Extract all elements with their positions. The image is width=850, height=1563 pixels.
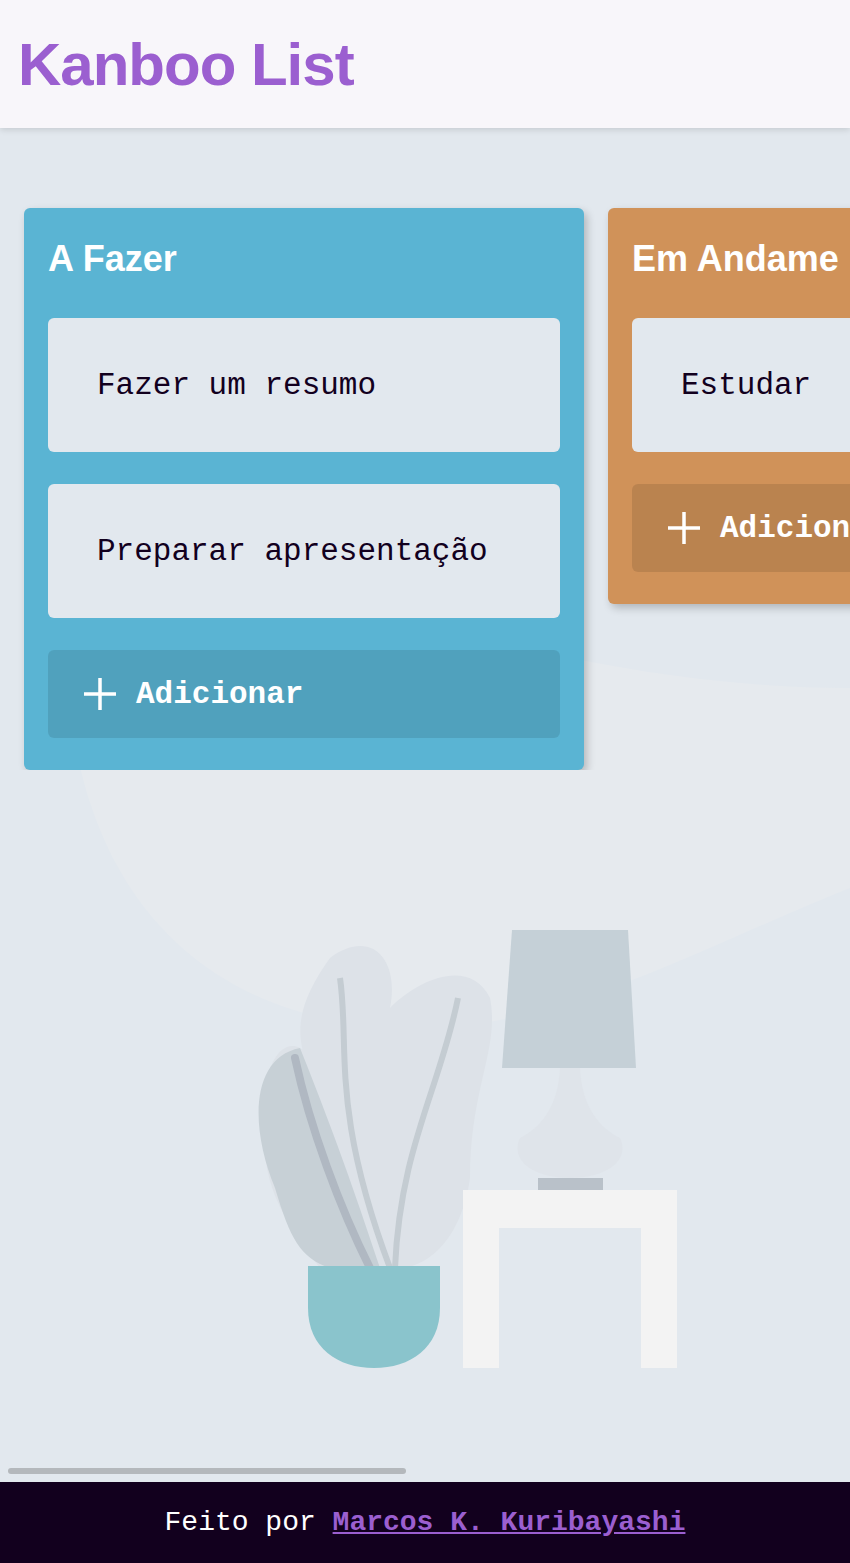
kanban-column: Em Andame Estudar Adicion: [608, 208, 850, 604]
author-link[interactable]: Marcos K. Kuribayashi: [333, 1507, 686, 1538]
task-card[interactable]: Fazer um resumo: [48, 318, 560, 452]
footer-text: Feito por: [165, 1507, 333, 1538]
app-title: Kanboo List: [18, 30, 354, 99]
app-header: Kanboo List: [0, 0, 850, 128]
horizontal-scrollbar[interactable]: [8, 1468, 406, 1474]
add-label: Adicion: [720, 511, 850, 546]
plus-icon: [666, 510, 702, 546]
add-button[interactable]: Adicion: [632, 484, 850, 572]
add-button[interactable]: Adicionar: [48, 650, 560, 738]
plus-icon: [82, 676, 118, 712]
add-label: Adicionar: [136, 677, 303, 712]
page-footer: Feito por Marcos K. Kuribayashi: [0, 1482, 850, 1563]
kanban-board: A Fazer Fazer um resumo Preparar apresenta…: [0, 128, 850, 770]
column-title: A Fazer: [48, 232, 560, 286]
task-card[interactable]: Preparar apresentação: [48, 484, 560, 618]
task-card[interactable]: Estudar: [632, 318, 850, 452]
card-list: Fazer um resumo Preparar apresentação: [48, 318, 560, 618]
card-list: Estudar: [632, 318, 850, 452]
board-area: A Fazer Fazer um resumo Preparar apresenta…: [0, 128, 850, 1482]
column-title: Em Andame: [632, 232, 850, 286]
kanban-column: A Fazer Fazer um resumo Preparar apresenta…: [24, 208, 584, 770]
